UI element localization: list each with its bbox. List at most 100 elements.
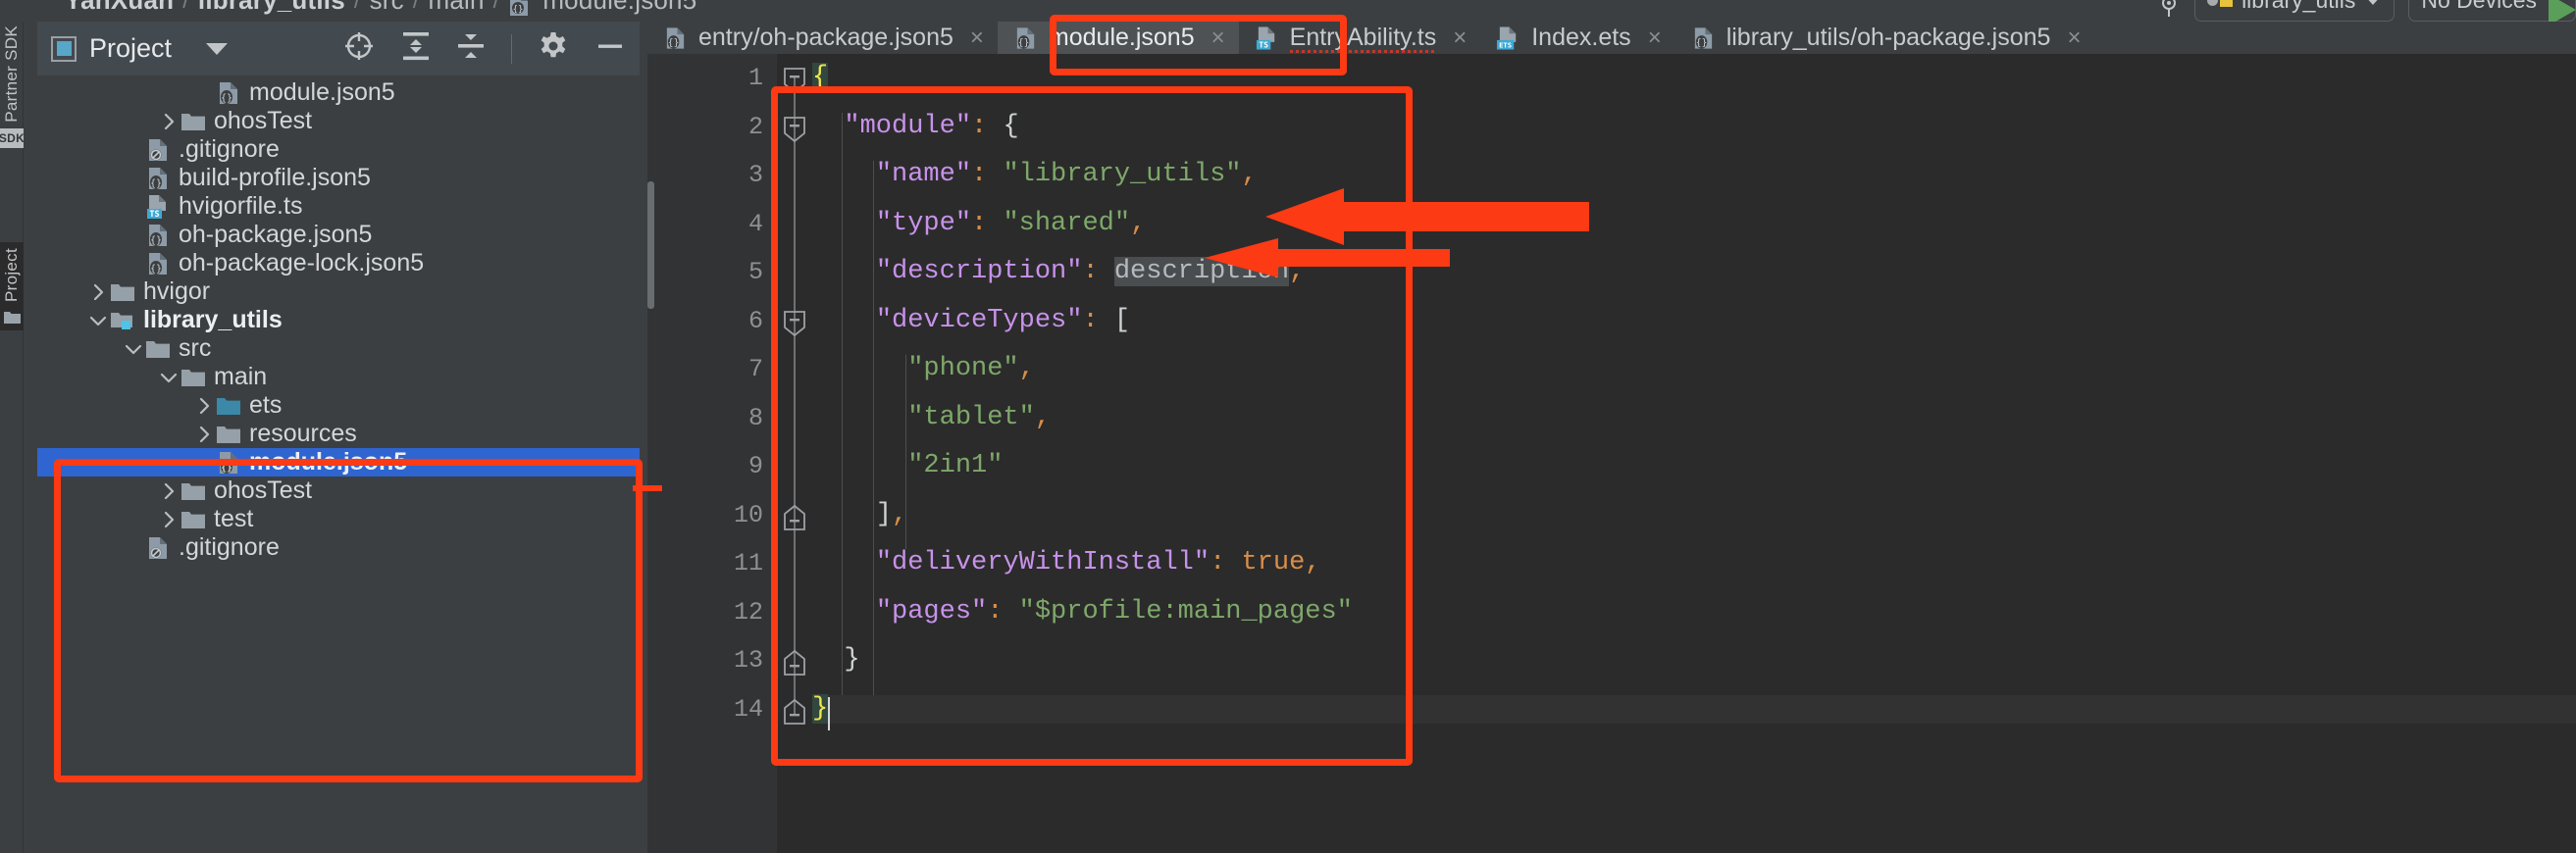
- select-opened-file-icon[interactable]: [342, 29, 376, 68]
- chevron-down-icon[interactable]: [86, 309, 110, 332]
- breadcrumb-item-module[interactable]: library_utils: [198, 0, 345, 16]
- tree-item[interactable]: src: [37, 334, 640, 363]
- editor-tab-entryability-ts[interactable]: TS EntryAbility.ts ×: [1239, 22, 1481, 54]
- editor-tab-index-ets[interactable]: ETS Index.ets ×: [1480, 22, 1674, 54]
- code-line[interactable]: "module": {: [812, 111, 2576, 141]
- code-line[interactable]: "pages": "$profile:main_pages": [812, 597, 2576, 627]
- code-token: "module": [844, 111, 972, 141]
- chevron-down-icon[interactable]: [206, 42, 229, 55]
- breadcrumb-item-project[interactable]: YanXuan: [65, 0, 174, 16]
- run-configuration-selector[interactable]: library_utils: [2194, 0, 2396, 22]
- fold-toggle-icon[interactable]: [783, 310, 806, 336]
- line-number: 1: [747, 64, 763, 92]
- chevron-down-icon[interactable]: [157, 366, 180, 389]
- code-line[interactable]: "description": description,: [812, 257, 2576, 286]
- tree-item[interactable]: .gitignore: [37, 533, 640, 562]
- breadcrumb-item-main[interactable]: main: [429, 0, 485, 16]
- json5-file-icon: {}: [508, 0, 530, 17]
- close-icon[interactable]: ×: [1648, 25, 1662, 52]
- breadcrumb-separator: /: [412, 0, 420, 14]
- tree-item-selected[interactable]: {} module.json5: [37, 448, 640, 477]
- project-panel-toolbar: [342, 29, 626, 68]
- code-line[interactable]: }: [812, 693, 2576, 724]
- code-editor[interactable]: 1 2 3 4 5 6 7 8 9 10 11 12 13 14 { "module": { "name"…: [647, 54, 2576, 853]
- target-device-icon[interactable]: [2157, 0, 2181, 18]
- close-icon[interactable]: ×: [1453, 25, 1467, 52]
- code-line[interactable]: "deviceTypes": [: [812, 305, 2576, 335]
- line-number: 7: [747, 355, 763, 383]
- chevron-right-icon[interactable]: [192, 423, 216, 446]
- run-config-label: library_utils: [2241, 0, 2355, 14]
- chevron-right-icon[interactable]: [86, 280, 110, 304]
- chevron-right-icon[interactable]: [192, 394, 216, 418]
- close-icon[interactable]: ×: [1211, 25, 1225, 52]
- editor-tab-label: library_utils/oh-package.json5: [1726, 24, 2051, 51]
- editor-tab-library-utils-oh-package-json5[interactable]: {} library_utils/oh-package.json5 ×: [1675, 22, 2095, 54]
- text-caret: [828, 696, 830, 730]
- code-line[interactable]: "phone",: [812, 355, 2576, 383]
- tree-item[interactable]: test: [37, 505, 640, 533]
- tree-item[interactable]: hvigor: [37, 277, 640, 306]
- editor-gutter[interactable]: 1 2 3 4 5 6 7 8 9 10 11 12 13 14: [647, 54, 777, 853]
- ide-window: YanXuan / library_utils / src / main / {…: [0, 0, 2576, 853]
- line-number: 4: [747, 209, 763, 238]
- code-line[interactable]: }: [812, 646, 2576, 675]
- breadcrumb-item-file[interactable]: module.json5: [542, 0, 696, 16]
- sidebar-item-project[interactable]: Project: [0, 242, 24, 331]
- editor-tab-bar[interactable]: {} entry/oh-package.json5 × {} module.json5 ×…: [647, 22, 2576, 54]
- breadcrumb-separator: /: [182, 0, 189, 14]
- tree-item[interactable]: {} build-profile.json5: [37, 164, 640, 192]
- tree-item[interactable]: library_utils: [37, 306, 640, 334]
- tree-item-label: module.json5: [249, 78, 395, 106]
- tree-item[interactable]: {} oh-package-lock.json5: [37, 249, 640, 277]
- minimize-icon[interactable]: [594, 30, 626, 67]
- tree-item-label: oh-package.json5: [179, 221, 373, 248]
- sidebar-item-partner-sdk[interactable]: Partner SDK SDK: [0, 25, 28, 148]
- fold-toggle-icon[interactable]: [783, 116, 806, 142]
- tree-item[interactable]: {} oh-package.json5: [37, 221, 640, 249]
- code-line[interactable]: ],: [812, 500, 2576, 529]
- chevron-right-icon[interactable]: [157, 508, 180, 531]
- code-content[interactable]: { "module": { "name": "library_utils", "…: [812, 54, 2576, 853]
- editor-fold-column[interactable]: [777, 54, 812, 853]
- code-token: [: [1113, 305, 1131, 335]
- tree-item[interactable]: {} module.json5: [37, 78, 640, 107]
- chevron-right-icon[interactable]: [157, 110, 180, 133]
- tree-item[interactable]: ohosTest: [37, 477, 640, 505]
- run-button-icon[interactable]: [2549, 0, 2576, 22]
- close-icon[interactable]: ×: [2067, 25, 2081, 52]
- editor-tab-label: module.json5: [1048, 24, 1195, 51]
- editor-scrollbar[interactable]: [647, 181, 654, 309]
- close-icon[interactable]: ×: [970, 25, 984, 52]
- fold-toggle-icon[interactable]: [783, 649, 806, 676]
- collapse-all-icon[interactable]: [456, 29, 486, 68]
- tree-item-label: main: [214, 363, 268, 390]
- code-line[interactable]: "2in1": [812, 452, 2576, 480]
- chevron-right-icon[interactable]: [157, 479, 180, 503]
- tree-item[interactable]: TS hvigorfile.ts: [37, 192, 640, 221]
- fold-toggle-icon[interactable]: [783, 698, 806, 725]
- editor-tab-module-json5[interactable]: {} module.json5 ×: [997, 22, 1239, 54]
- tree-item[interactable]: main: [37, 363, 640, 391]
- code-line[interactable]: "tablet",: [812, 403, 2576, 432]
- project-title-group[interactable]: Project: [51, 33, 229, 64]
- editor-tab-entry-oh-package-json5[interactable]: {} entry/oh-package.json5 ×: [647, 22, 998, 54]
- breadcrumb-item-src[interactable]: src: [370, 0, 404, 16]
- tree-item[interactable]: ohosTest: [37, 107, 640, 135]
- tree-item[interactable]: .gitignore: [37, 135, 640, 164]
- expand-all-icon[interactable]: [401, 29, 431, 68]
- folder-icon: [180, 479, 206, 503]
- tree-item[interactable]: resources: [37, 420, 640, 448]
- chevron-down-icon[interactable]: [122, 337, 145, 361]
- tree-item-label: .gitignore: [179, 135, 280, 163]
- fold-toggle-icon[interactable]: [783, 504, 806, 530]
- gear-icon[interactable]: [538, 30, 569, 67]
- code-line[interactable]: "deliveryWithInstall": true,: [812, 549, 2576, 577]
- tree-item[interactable]: ets: [37, 391, 640, 420]
- project-file-tree[interactable]: {} module.json5 ohosTest .gitignore{} build-…: [37, 75, 640, 853]
- code-line[interactable]: "name": "library_utils",: [812, 161, 2576, 189]
- code-line[interactable]: "type": "shared",: [812, 209, 2576, 238]
- fold-toggle-icon[interactable]: [783, 68, 806, 94]
- code-line[interactable]: {: [812, 63, 2576, 92]
